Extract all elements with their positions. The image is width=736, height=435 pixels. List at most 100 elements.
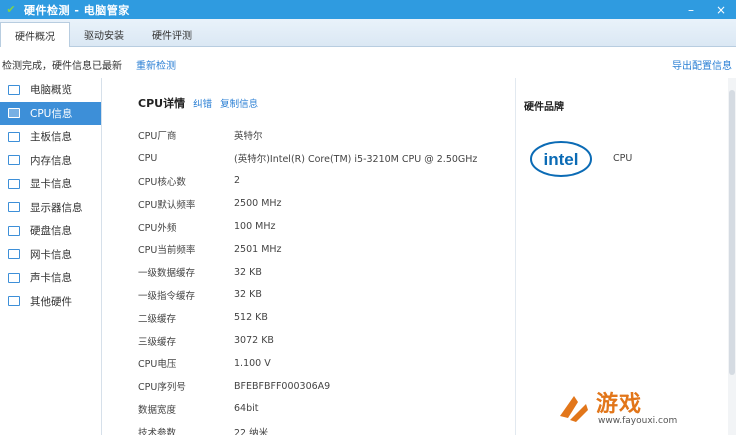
title-bar: ✔ 硬件检测 - 电脑管家 – × <box>0 0 736 19</box>
other-hardware-icon <box>8 296 20 307</box>
table-row: 技术参数 22 纳米 <box>138 420 508 435</box>
row-label: 技术参数 <box>138 427 177 435</box>
section-header: CPU详情 纠错 复制信息 <box>138 95 258 111</box>
table-row: 数据宽度 64bit <box>138 398 508 421</box>
minimize-icon[interactable]: – <box>688 3 694 17</box>
row-value: 32 KB <box>234 289 262 301</box>
row-value: 3072 KB <box>234 335 274 347</box>
sidebar-item-label: 内存信息 <box>30 154 72 167</box>
row-label: CPU外频 <box>138 222 177 234</box>
row-value: 22 纳米 <box>234 427 269 435</box>
sidebar-item-monitor[interactable]: 显示器信息 <box>0 196 101 220</box>
row-value: 512 KB <box>234 312 268 324</box>
intel-logo-graphic: intel <box>529 140 592 177</box>
row-value: BFEBFBFF000306A9 <box>234 380 331 392</box>
sidebar: 电脑概览 CPU信息 主板信息 内存信息 显卡信息 显示器信息 硬盘信息 网卡信… <box>0 78 102 435</box>
row-label: CPU序列号 <box>138 382 186 394</box>
row-label: 三级缓存 <box>138 336 177 348</box>
row-label: 一级数据缓存 <box>138 268 196 280</box>
brand-title: 硬件品牌 <box>524 102 564 113</box>
row-label: CPU <box>138 152 158 164</box>
status-message: 检测完成，硬件信息已最新 <box>2 60 122 72</box>
copy-info-link[interactable]: 复制信息 <box>220 96 258 110</box>
table-row: CPU当前频率 2501 MHz <box>138 238 508 261</box>
watermark-text: 游戏 <box>596 392 643 417</box>
table-row: CPU核心数 2 <box>138 170 508 193</box>
row-label: 数据宽度 <box>138 404 177 416</box>
sidebar-item-label: CPU信息 <box>30 107 73 120</box>
tab-bar: 硬件概况 驱动安装 硬件评测 <box>0 19 736 47</box>
cpu-info-table: CPU厂商 英特尔 CPU (英特尔)Intel(R) Core(TM) i5-32… <box>138 124 508 435</box>
graphics-card-icon <box>8 178 20 189</box>
row-label: CPU厂商 <box>138 131 177 143</box>
memory-icon <box>8 155 20 166</box>
section-title: CPU详情 <box>138 97 186 110</box>
sound-card-icon <box>8 272 20 283</box>
tab-driver-install[interactable]: 驱动安装 <box>70 22 138 46</box>
sidebar-item-label: 电脑概览 <box>30 84 72 97</box>
row-value: 1.100 V <box>234 357 271 369</box>
network-card-icon <box>8 249 20 260</box>
app-logo-icon: ✔ <box>6 3 16 16</box>
intel-logo-text: intel <box>543 150 578 169</box>
sidebar-item-network[interactable]: 网卡信息 <box>0 243 101 267</box>
row-label: 一级指令缓存 <box>138 290 196 302</box>
sidebar-item-disk[interactable]: 硬盘信息 <box>0 219 101 243</box>
row-label: CPU默认频率 <box>138 199 196 211</box>
table-row: CPU电压 1.100 V <box>138 352 508 375</box>
export-config-link[interactable]: 导出配置信息 <box>672 57 732 72</box>
sidebar-item-label: 网卡信息 <box>30 248 72 261</box>
row-value: 32 KB <box>234 266 262 278</box>
tab-hardware-overview[interactable]: 硬件概况 <box>0 22 70 47</box>
row-value: 英特尔 <box>234 131 263 143</box>
motherboard-icon <box>8 131 20 142</box>
table-row: CPU默认频率 2500 MHz <box>138 192 508 215</box>
status-bar: 检测完成，硬件信息已最新 重新检测 导出配置信息 <box>0 52 736 76</box>
table-row: CPU序列号 BFEBFBFF000306A9 <box>138 375 508 398</box>
feedback-link[interactable]: 纠错 <box>193 96 212 110</box>
table-row: CPU (英特尔)Intel(R) Core(TM) i5-3210M CPU @… <box>138 147 508 170</box>
sidebar-item-sound[interactable]: 声卡信息 <box>0 266 101 290</box>
watermark-logo-icon <box>560 396 588 422</box>
cpu-detail-panel: CPU详情 纠错 复制信息 CPU厂商 英特尔 CPU (英特尔)Intel(R) … <box>102 78 515 435</box>
sidebar-item-label: 主板信息 <box>30 131 72 144</box>
document-icon <box>8 84 20 95</box>
scroll-thumb[interactable] <box>729 90 735 375</box>
row-label: 二级缓存 <box>138 313 177 325</box>
monitor-icon <box>8 202 20 213</box>
sidebar-item-graphics[interactable]: 显卡信息 <box>0 172 101 196</box>
sidebar-item-label: 显卡信息 <box>30 178 72 191</box>
brand-panel: 硬件品牌 intel CPU <box>515 78 736 435</box>
sidebar-item-other[interactable]: 其他硬件 <box>0 290 101 314</box>
scrollbar[interactable] <box>728 78 736 435</box>
sidebar-item-overview[interactable]: 电脑概览 <box>0 78 101 102</box>
redetect-link[interactable]: 重新检测 <box>136 57 176 72</box>
tab-hardware-benchmark[interactable]: 硬件评测 <box>138 22 206 46</box>
sidebar-item-memory[interactable]: 内存信息 <box>0 149 101 173</box>
sidebar-item-label: 其他硬件 <box>30 295 72 308</box>
table-row: 二级缓存 512 KB <box>138 306 508 329</box>
table-row: 一级数据缓存 32 KB <box>138 261 508 284</box>
row-label: CPU当前频率 <box>138 245 196 257</box>
table-row: CPU厂商 英特尔 <box>138 124 508 147</box>
close-icon[interactable]: × <box>716 3 726 17</box>
brand-label: CPU <box>613 153 633 164</box>
watermark-url: www.fayouxi.com <box>598 416 678 426</box>
table-row: 三级缓存 3072 KB <box>138 329 508 352</box>
sidebar-item-motherboard[interactable]: 主板信息 <box>0 125 101 149</box>
row-label: CPU核心数 <box>138 176 186 188</box>
row-value: (英特尔)Intel(R) Core(TM) i5-3210M CPU @ 2.… <box>234 154 478 166</box>
row-value: 64bit <box>234 403 259 415</box>
sidebar-item-label: 硬盘信息 <box>30 225 72 238</box>
window-title: 硬件检测 - 电脑管家 <box>24 3 130 17</box>
sidebar-item-cpu[interactable]: CPU信息 <box>0 101 101 125</box>
row-value: 2 <box>234 175 241 187</box>
row-value: 2501 MHz <box>234 243 282 255</box>
row-value: 100 MHz <box>234 221 276 233</box>
cpu-icon <box>8 108 20 119</box>
sidebar-item-label: 声卡信息 <box>30 272 72 285</box>
sidebar-item-label: 显示器信息 <box>30 201 83 214</box>
table-row: CPU外频 100 MHz <box>138 215 508 238</box>
intel-logo: intel <box>527 126 594 191</box>
row-label: CPU电压 <box>138 359 177 371</box>
